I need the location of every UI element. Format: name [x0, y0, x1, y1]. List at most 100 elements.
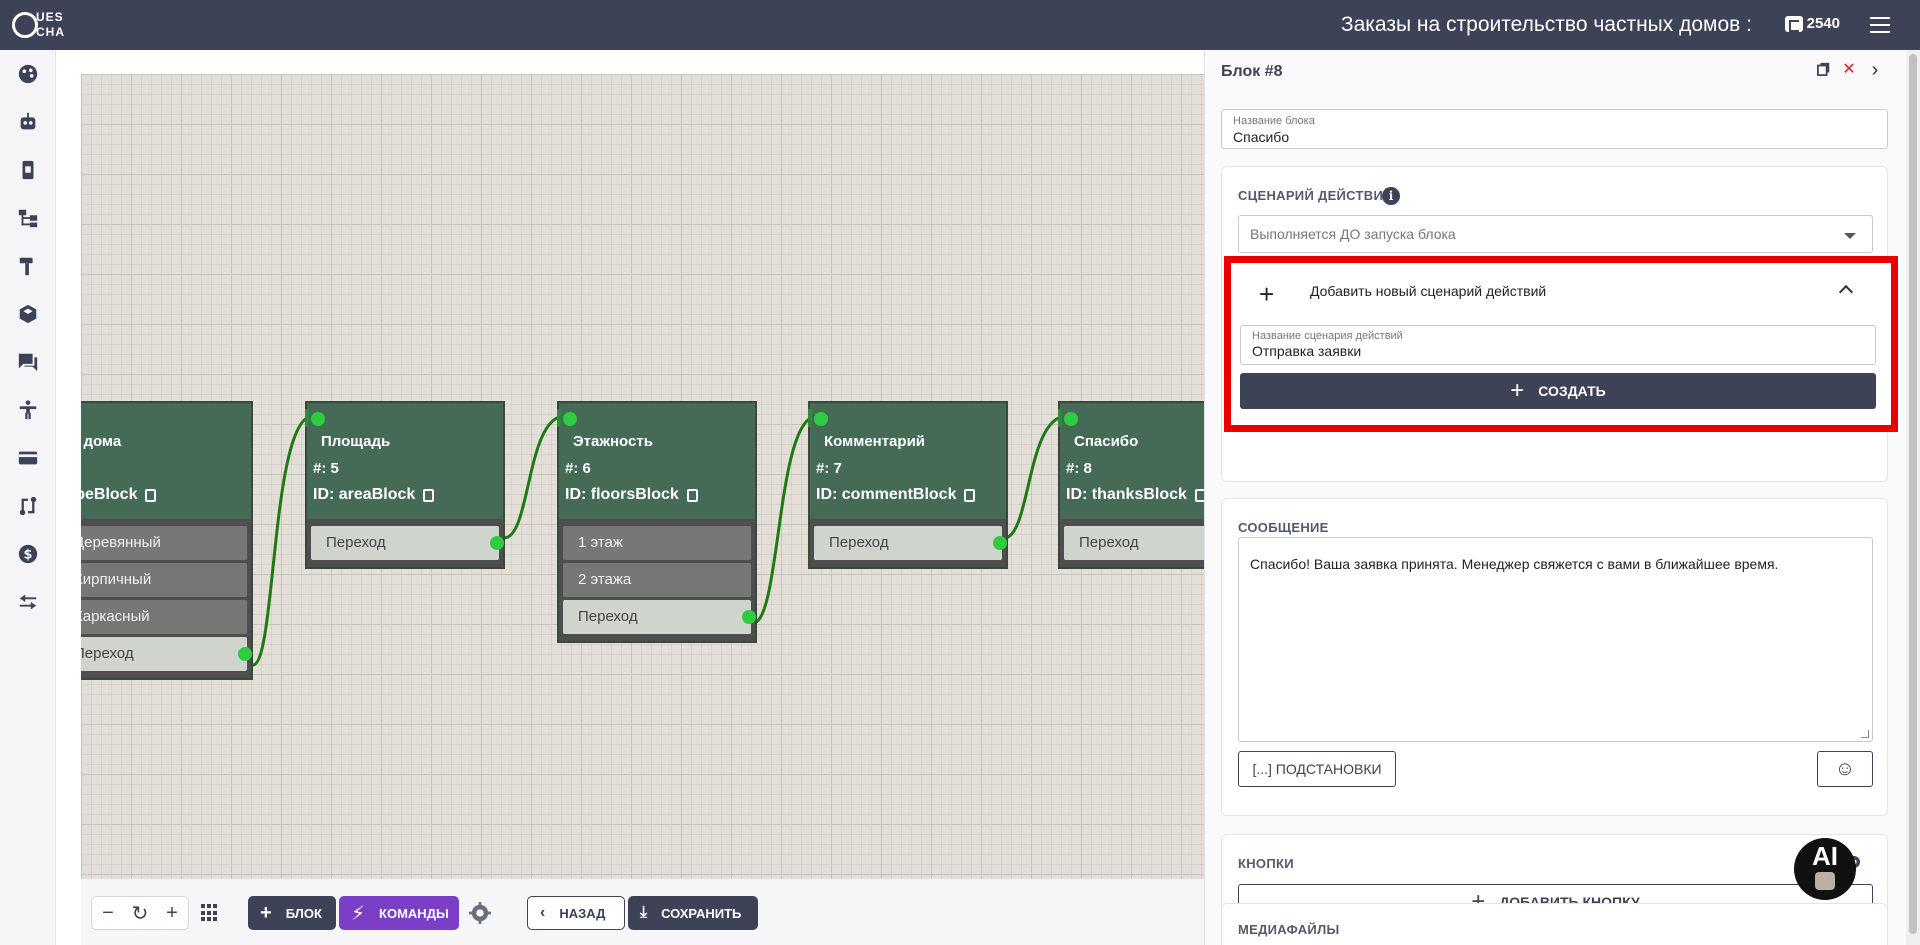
node-header: Комментарий #: 7 ID: commentBlock [808, 403, 1006, 519]
media-title: МЕДИАФАЙЛЫ [1238, 922, 1340, 937]
save-button[interactable]: ⤓ СОХРАНИТЬ [628, 896, 758, 930]
phone-icon[interactable] [17, 159, 39, 181]
hamburger-menu-icon[interactable] [1870, 17, 1890, 33]
svg-text:$: $ [24, 548, 33, 563]
option-pass-label: Переход [578, 608, 638, 625]
option-pass[interactable]: Переход [814, 526, 1007, 560]
back-button[interactable]: ‹ НАЗАД [527, 896, 625, 930]
buttons-title: КНОПКИ [1238, 856, 1294, 871]
block-name-field[interactable]: Название блока Спасибо [1221, 109, 1888, 149]
node-id-text: ID: thanksBlock [1066, 486, 1187, 503]
cube-icon[interactable] [17, 303, 39, 325]
zoom-out-button[interactable]: − [94, 902, 122, 925]
chevron-right-icon[interactable]: › [1867, 60, 1883, 80]
panel-header: Блок #8 ✕ › [1205, 50, 1904, 92]
info-icon[interactable]: i [1382, 187, 1400, 205]
option-pass[interactable]: Переход [1064, 526, 1204, 560]
transfer-icon[interactable] [17, 591, 39, 613]
add-block-label: БЛОК [285, 905, 322, 921]
zoom-reset-button[interactable]: ↻ [126, 901, 154, 926]
create-scenario-button[interactable]: + СОЗДАТЬ [1240, 373, 1876, 409]
logo[interactable]: UES CHA [12, 8, 72, 42]
settings-gear-icon[interactable] [469, 902, 491, 924]
scenario-timing-select[interactable]: Выполняется ДО запуска блока [1238, 215, 1873, 253]
hammer-icon[interactable] [17, 255, 39, 277]
message-textarea[interactable]: Спасибо! Ваша заявка принята. Менеджер с… [1238, 537, 1873, 742]
node-options: Деревянный Кирпичный Каркасный Переход [81, 519, 252, 678]
scenario-title: СЦЕНАРИЙ ДЕЙСТВИЙ [1238, 188, 1393, 203]
node-id: ID: areaBlock [313, 486, 497, 504]
input-flag [557, 409, 561, 427]
node-type-block[interactable]: ип дома 4 typeBlock Деревянный Кирпичный… [81, 401, 253, 680]
copy-icon[interactable] [964, 488, 976, 502]
message-card: СООБЩЕНИЕ Спасибо! Ваша заявка принята. … [1221, 498, 1888, 816]
route-icon[interactable] [17, 495, 39, 517]
dollar-icon[interactable]: $ [17, 543, 39, 565]
back-label: НАЗАД [559, 905, 606, 921]
emoji-icon[interactable]: ☺ [1817, 751, 1873, 787]
logo-ring [12, 12, 38, 38]
input-connector[interactable] [814, 412, 828, 426]
node-header: Площадь #: 5 ID: areaBlock [305, 403, 503, 519]
robot-icon[interactable] [17, 111, 39, 133]
commands-button[interactable]: ⚡ КОМАНДЫ [339, 896, 459, 930]
copy-icon[interactable] [145, 488, 157, 502]
node-comment-block[interactable]: Комментарий #: 7 ID: commentBlock Перехо… [808, 401, 1008, 569]
scrollbar-thumb[interactable] [1909, 54, 1917, 934]
option-pass-label: Переход [829, 534, 889, 551]
node-id: typeBlock [81, 486, 245, 504]
delete-icon[interactable]: ✕ [1841, 62, 1857, 78]
copy-icon[interactable] [423, 488, 435, 502]
node-thanks-block[interactable]: Спасибо #: 8 ID: thanksBlock Переход [1058, 401, 1204, 569]
duplicate-icon[interactable] [1816, 62, 1832, 78]
substitutions-button[interactable]: [...] ПОДСТАНОВКИ [1238, 751, 1396, 787]
input-connector[interactable] [1064, 412, 1078, 426]
person-icon[interactable] [17, 399, 39, 421]
chat-icon[interactable] [17, 351, 39, 373]
node-floors-block[interactable]: Этажность #: 6 ID: floorsBlock 1 этаж 2 … [557, 401, 757, 643]
output-connector[interactable] [993, 536, 1007, 550]
output-connector[interactable] [742, 610, 756, 624]
zoom-in-button[interactable]: + [158, 902, 186, 925]
input-flag [1058, 409, 1062, 427]
resize-handle-icon[interactable] [1861, 730, 1869, 738]
option-frame[interactable]: Каркасный [81, 600, 247, 634]
option-wooden[interactable]: Деревянный [81, 526, 247, 560]
add-block-button[interactable]: + БЛОК [248, 896, 336, 930]
block-name-label: Название блока [1233, 115, 1315, 127]
input-connector[interactable] [563, 412, 577, 426]
add-scenario-toggle[interactable]: + Добавить новый сценарий действий [1231, 263, 1891, 325]
option-pass[interactable]: Переход [311, 526, 504, 560]
flow-canvas[interactable]: ип дома 4 typeBlock Деревянный Кирпичный… [81, 74, 1204, 879]
plus-icon: + [1259, 279, 1275, 309]
credit-card-icon[interactable] [17, 447, 39, 469]
balance[interactable]: 2540 [1784, 15, 1840, 32]
canvas-toolbar: − ↻ + + БЛОК ⚡ КОМАНДЫ ‹ НАЗАД ⤓ СОХРАНИТЬ [81, 879, 1204, 945]
node-title: ип дома [81, 433, 122, 450]
logo-text-2: CHA [36, 25, 65, 39]
scenario-timing-value: Выполняется ДО запуска блока [1250, 226, 1456, 242]
download-icon: ⤓ [640, 904, 648, 921]
copy-icon[interactable] [686, 488, 698, 502]
node-title: Этажность [573, 433, 653, 450]
panel-scrollbar[interactable] [1906, 50, 1920, 945]
copy-icon[interactable] [1194, 488, 1204, 502]
option-one-floor[interactable]: 1 этаж [563, 526, 751, 560]
output-connector[interactable] [238, 647, 252, 661]
option-brick[interactable]: Кирпичный [81, 563, 247, 597]
sitemap-icon[interactable] [17, 207, 39, 229]
option-pass[interactable]: Переход [563, 600, 756, 634]
ai-assistant-button[interactable]: AI [1794, 838, 1856, 900]
output-connector[interactable] [490, 536, 504, 550]
robot-icon [1815, 872, 1835, 890]
chevron-left-icon: ‹ [540, 904, 546, 921]
scenario-name-field[interactable]: Название сценария действий Отправка заяв… [1240, 325, 1876, 365]
grid-icon[interactable] [201, 904, 219, 922]
palette-icon[interactable] [17, 63, 39, 85]
node-area-block[interactable]: Площадь #: 5 ID: areaBlock Переход [305, 401, 505, 569]
plus-icon: + [260, 901, 272, 924]
chevron-up-icon[interactable] [1838, 284, 1854, 300]
option-two-floors[interactable]: 2 этажа [563, 563, 751, 597]
option-pass[interactable]: Переход [81, 637, 252, 671]
input-connector[interactable] [311, 412, 325, 426]
